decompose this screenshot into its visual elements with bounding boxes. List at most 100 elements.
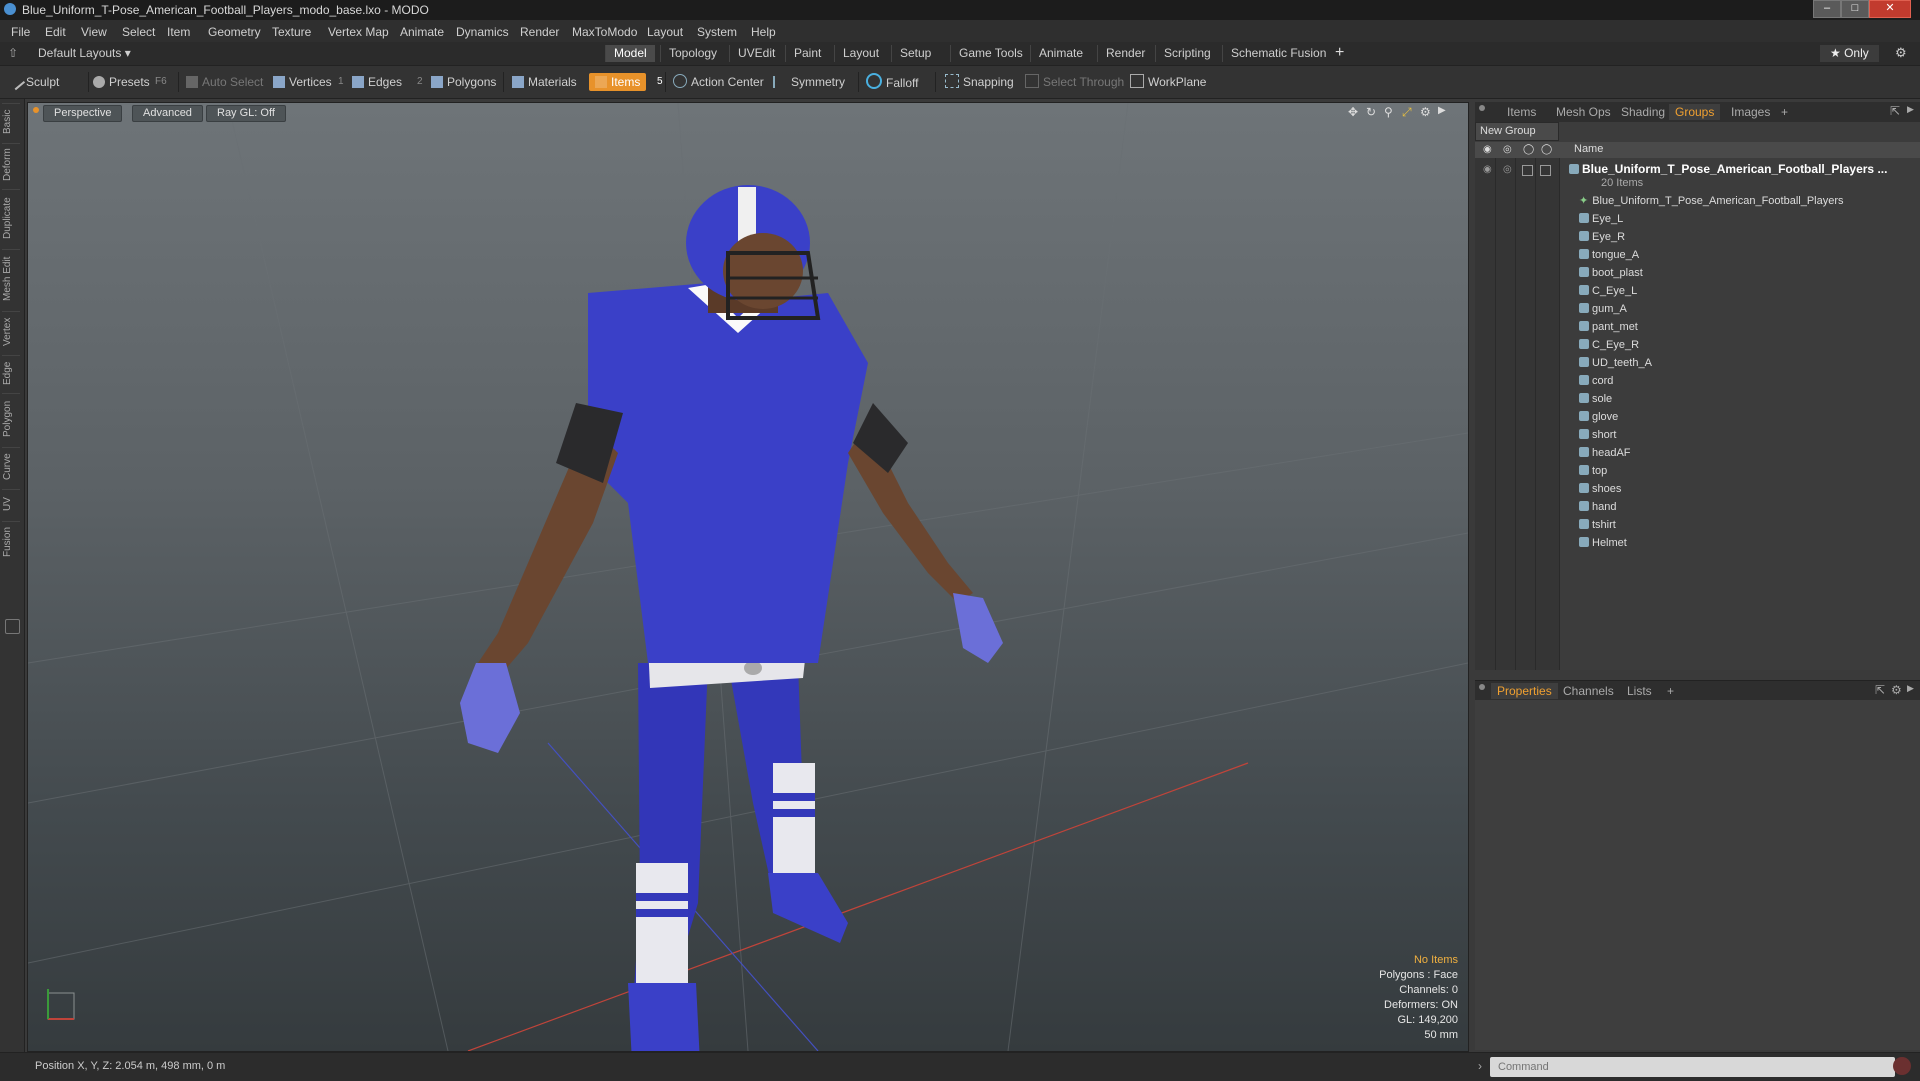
tree-item[interactable]: gum_A: [1579, 300, 1920, 318]
tab-channels[interactable]: Channels: [1557, 683, 1620, 699]
strip-tab-curve[interactable]: Curve: [2, 447, 20, 486]
tree-item[interactable]: C_Eye_L: [1579, 282, 1920, 300]
tree-item[interactable]: Eye_L: [1579, 210, 1920, 228]
panel-expand-icon[interactable]: ▶: [1907, 104, 1914, 115]
viewport-menu-dot[interactable]: [33, 107, 39, 113]
add-properties-tab-button[interactable]: +: [1661, 683, 1680, 699]
sculpt-button[interactable]: Sculpt: [6, 71, 59, 91]
menu-vertex-map[interactable]: Vertex Map: [328, 25, 389, 39]
strip-tab-deform[interactable]: Deform: [2, 143, 20, 186]
tab-game-tools[interactable]: Game Tools: [950, 45, 1031, 62]
group-select-toggle[interactable]: [1540, 165, 1551, 176]
tab-groups[interactable]: Groups: [1669, 104, 1721, 120]
menu-texture[interactable]: Texture: [272, 25, 311, 39]
lock-column-icon[interactable]: ◯: [1523, 144, 1534, 155]
materials-button[interactable]: Materials: [512, 73, 577, 91]
tree-item[interactable]: headAF: [1579, 444, 1920, 462]
vertices-button[interactable]: Vertices: [273, 73, 332, 91]
strip-tab-basic[interactable]: Basic: [2, 103, 20, 140]
name-column-header[interactable]: Name: [1574, 143, 1603, 155]
tree-item[interactable]: tshirt: [1579, 516, 1920, 534]
new-group-button[interactable]: New Group: [1475, 122, 1559, 141]
zoom-icon[interactable]: ⚲: [1384, 105, 1393, 119]
layout-arrow-icon[interactable]: ⇧: [8, 46, 18, 60]
strip-tab-uv[interactable]: UV: [2, 489, 20, 518]
tab-layout[interactable]: Layout: [834, 45, 887, 62]
strip-tab-fusion[interactable]: Fusion: [2, 521, 20, 562]
panel-menu-dot[interactable]: [1479, 105, 1485, 111]
menu-geometry[interactable]: Geometry: [208, 25, 261, 39]
menu-dynamics[interactable]: Dynamics: [456, 25, 509, 39]
view-perspective-button[interactable]: Perspective: [43, 105, 123, 122]
tab-items[interactable]: Items: [1501, 104, 1542, 120]
add-tab-button[interactable]: +: [1335, 44, 1344, 62]
menu-help[interactable]: Help: [751, 25, 776, 39]
fit-icon[interactable]: ⤢: [1402, 105, 1412, 120]
tree-item[interactable]: tongue_A: [1579, 246, 1920, 264]
tree-item[interactable]: C_Eye_R: [1579, 336, 1920, 354]
strip-extra-icon[interactable]: [5, 619, 20, 634]
menu-render[interactable]: Render: [520, 25, 559, 39]
select-column-icon[interactable]: ◯: [1541, 144, 1552, 155]
tree-item[interactable]: cord: [1579, 372, 1920, 390]
render-column-icon[interactable]: ◎: [1503, 144, 1512, 155]
items-button[interactable]: Items: [589, 73, 647, 91]
tab-render[interactable]: Render: [1097, 45, 1153, 62]
strip-tab-edge[interactable]: Edge: [2, 355, 20, 390]
action-center-button[interactable]: Action Center: [673, 73, 764, 91]
command-stop-icon[interactable]: [1893, 1057, 1911, 1075]
default-layouts-dropdown[interactable]: Default Layouts ▾: [38, 46, 131, 60]
tab-schematic-fusion[interactable]: Schematic Fusion: [1222, 45, 1334, 62]
tree-item[interactable]: Helmet: [1579, 534, 1920, 552]
properties-settings-icon[interactable]: ⚙: [1891, 683, 1902, 697]
properties-expand-icon[interactable]: ▶: [1907, 683, 1914, 694]
tree-item[interactable]: sole: [1579, 390, 1920, 408]
menu-item[interactable]: Item: [167, 25, 190, 39]
visibility-column-icon[interactable]: ◉: [1483, 144, 1492, 155]
falloff-button[interactable]: Falloff: [866, 73, 918, 91]
polygons-button[interactable]: Polygons: [431, 73, 496, 91]
tab-model[interactable]: Model: [605, 45, 655, 62]
tab-shading[interactable]: Shading: [1615, 104, 1671, 120]
tree-item[interactable]: boot_plast: [1579, 264, 1920, 282]
tab-properties[interactable]: Properties: [1491, 683, 1558, 699]
panel-popout-icon[interactable]: ⇱: [1890, 104, 1900, 118]
tab-mesh-ops[interactable]: Mesh Ops: [1550, 104, 1617, 120]
workplane-button[interactable]: WorkPlane: [1130, 73, 1206, 91]
tree-item[interactable]: Eye_R: [1579, 228, 1920, 246]
select-through-button[interactable]: Select Through: [1025, 73, 1124, 91]
menu-view[interactable]: View: [81, 25, 107, 39]
menu-select[interactable]: Select: [122, 25, 155, 39]
gear-icon[interactable]: ⚙: [1895, 45, 1907, 61]
edges-button[interactable]: Edges: [352, 73, 402, 91]
menu-layout[interactable]: Layout: [647, 25, 683, 39]
group-visibility-toggle[interactable]: ◉: [1483, 164, 1492, 175]
auto-select-button[interactable]: Auto Select: [186, 73, 263, 91]
strip-tab-vertex[interactable]: Vertex: [2, 311, 20, 352]
tree-item[interactable]: UD_teeth_A: [1579, 354, 1920, 372]
symmetry-button[interactable]: Symmetry: [773, 73, 845, 91]
group-lock-toggle[interactable]: [1522, 165, 1533, 176]
tab-paint[interactable]: Paint: [785, 45, 829, 62]
shading-advanced-button[interactable]: Advanced: [132, 105, 203, 122]
raygl-button[interactable]: Ray GL: Off: [206, 105, 286, 122]
menu-maxtomodo[interactable]: MaxToModo: [572, 25, 637, 39]
menu-animate[interactable]: Animate: [400, 25, 444, 39]
minimize-button[interactable]: –: [1813, 0, 1841, 18]
strip-tab-polygon[interactable]: Polygon: [2, 393, 20, 444]
tree-item[interactable]: shoes: [1579, 480, 1920, 498]
properties-menu-dot[interactable]: [1479, 684, 1485, 690]
properties-popout-icon[interactable]: ⇱: [1875, 683, 1885, 697]
presets-button[interactable]: Presets: [93, 73, 150, 91]
only-toggle[interactable]: ★ Only: [1820, 45, 1879, 62]
strip-tab-duplicate[interactable]: Duplicate: [2, 189, 20, 246]
tab-topology[interactable]: Topology: [660, 45, 725, 62]
close-button[interactable]: ✕: [1869, 0, 1911, 18]
tab-lists[interactable]: Lists: [1621, 683, 1658, 699]
tree-item[interactable]: pant_met: [1579, 318, 1920, 336]
tree-item[interactable]: short: [1579, 426, 1920, 444]
strip-tab-mesh-edit[interactable]: Mesh Edit: [2, 249, 20, 308]
3d-viewport[interactable]: Perspective Advanced Ray GL: Off ✥ ↻ ⚲ ⤢…: [27, 102, 1469, 1052]
tree-item[interactable]: glove: [1579, 408, 1920, 426]
snapping-button[interactable]: Snapping: [945, 73, 1014, 91]
